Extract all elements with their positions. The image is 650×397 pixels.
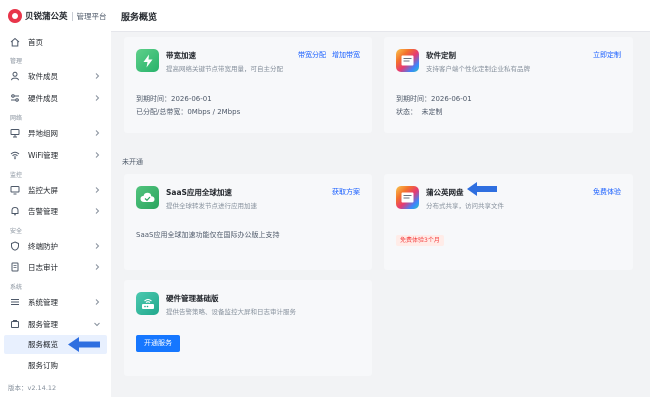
- home-icon: [10, 37, 20, 47]
- brand-name: 贝锐蒲公英: [25, 12, 68, 22]
- page-title: 服务概览: [121, 13, 158, 23]
- chevron-right-icon: [95, 95, 100, 101]
- sidebar-item-home[interactable]: 首页: [0, 33, 111, 51]
- brand[interactable]: 贝锐蒲公英 管理平台: [0, 0, 111, 32]
- sidebar-item-log-audit[interactable]: 日志审计: [0, 258, 111, 276]
- sidebar-item-label: 告警管理: [28, 206, 58, 216]
- sidebar-group-label: 监控: [10, 172, 23, 179]
- card-description: 提高网络关键节点带宽用量，可自主分配: [166, 65, 283, 73]
- version-label: 版本：v2.14.12: [8, 384, 57, 392]
- card-description: 支持客户端个性化定制企业私有品牌: [426, 65, 530, 73]
- sidebar-item-software-members[interactable]: 软件成员: [0, 67, 111, 85]
- user-icon: [11, 71, 19, 81]
- sidebar-item-system-management[interactable]: 系统管理: [0, 293, 111, 311]
- sidebar-item-label: 软件成员: [28, 71, 58, 81]
- chevron-right-icon: [95, 73, 100, 79]
- card-saas-acceleration: SaaS应用全球加速 提供全球转发节点进行应用加速 获取方案 SaaS应用全球加…: [124, 174, 372, 270]
- cloud-disk-icon: [396, 186, 419, 209]
- bandwidth-icon: [136, 49, 159, 72]
- brand-logo: [8, 9, 22, 23]
- chevron-right-icon: [95, 243, 100, 249]
- card-description: 提供全球转发节点进行应用加速: [166, 202, 257, 210]
- chevron-right-icon: [95, 152, 100, 158]
- card-description: 提供告警策略、设备监控大屏和日志审计服务: [166, 308, 296, 316]
- card-cloud-disk: 蒲公英网盘 分布式共享，访问共享文件 免费体验 免费体验3个月: [384, 174, 633, 270]
- sidebar-group-label: 管理: [10, 58, 23, 65]
- expiry-text: 到期时间：2026-06-01: [396, 95, 472, 103]
- card-title: 软件定制: [426, 51, 456, 60]
- sidebar-item-label: 监控大屏: [28, 185, 58, 195]
- wifi-icon: [10, 151, 20, 160]
- card-bandwidth: 带宽加速 提高网络关键节点带宽用量，可自主分配 带宽分配 增加带宽 到期时间：20…: [124, 37, 372, 133]
- document-icon: [11, 262, 19, 272]
- customize-now-link[interactable]: 立即定制: [593, 50, 621, 60]
- free-trial-link[interactable]: 免费体验: [593, 187, 621, 197]
- arrow-left-icon: [68, 337, 100, 352]
- card-title: 硬件管理基础版: [166, 294, 219, 303]
- hardware-icon: [11, 94, 19, 102]
- cloud-icon: [136, 186, 159, 209]
- customization-icon: [396, 49, 419, 72]
- card-links: 带宽分配 增加带宽: [298, 50, 360, 60]
- bell-icon: [11, 206, 19, 216]
- sidebar-group-label: 网络: [10, 115, 23, 122]
- sidebar-item-label: 服务管理: [28, 319, 58, 329]
- brand-divider: [71, 11, 73, 21]
- card-title: 带宽加速: [166, 51, 196, 60]
- router-icon: [136, 292, 159, 315]
- chevron-right-icon: [95, 208, 100, 214]
- sidebar-item-alerts[interactable]: 告警管理: [0, 202, 111, 220]
- sidebar-item-label: 系统管理: [28, 297, 58, 307]
- expiry-text: 到期时间：2026-06-01: [136, 95, 212, 103]
- sidebar-item-label: 硬件成员: [28, 93, 58, 103]
- network-icon: [10, 129, 20, 138]
- brand-subtitle: 管理平台: [76, 11, 107, 21]
- add-bandwidth-link[interactable]: 增加带宽: [332, 51, 360, 59]
- service-icon: [11, 320, 19, 328]
- sidebar-item-service-management[interactable]: 服务管理: [0, 315, 111, 333]
- chevron-down-icon: [94, 322, 100, 327]
- free-trial-badge: 免费体验3个月: [396, 235, 444, 246]
- saas-note-text: SaaS应用全球加速功能仅在国际办公版上支持: [136, 231, 280, 239]
- chevron-right-icon: [95, 264, 100, 270]
- sidebar-item-remote-network[interactable]: 异地组网: [0, 124, 111, 142]
- chevron-right-icon: [95, 299, 100, 305]
- chevron-right-icon: [95, 187, 100, 193]
- bandwidth-usage-text: 已分配/总带宽：0Mbps / 2Mbps: [136, 108, 241, 116]
- sidebar-item-monitor-screen[interactable]: 监控大屏: [0, 181, 111, 199]
- sidebar-subitem-label: 服务订购: [28, 361, 58, 370]
- sidebar-group-label: 系统: [10, 284, 23, 291]
- activate-service-button[interactable]: 开通服务: [136, 335, 180, 352]
- sidebar-item-label: 首页: [28, 37, 43, 47]
- sidebar-item-label: 异地组网: [28, 128, 58, 138]
- arrow-left-icon: [467, 182, 497, 196]
- settings-icon: [11, 299, 19, 305]
- sidebar-item-hardware-members[interactable]: 硬件成员: [0, 89, 111, 107]
- shield-icon: [11, 241, 19, 251]
- sidebar-item-endpoint-protection[interactable]: 终端防护: [0, 237, 111, 255]
- chevron-right-icon: [95, 130, 100, 136]
- sidebar-item-label: WiFi管理: [28, 150, 59, 160]
- status-text: 状态： 未定制: [396, 108, 443, 116]
- card-software-customization: 软件定制 支持客户端个性化定制企业私有品牌 立即定制 到期时间：2026-06-…: [384, 37, 633, 133]
- card-description: 分布式共享，访问共享文件: [426, 202, 504, 210]
- sidebar-item-wifi[interactable]: WiFi管理: [0, 146, 111, 164]
- get-plan-link[interactable]: 获取方案: [332, 187, 360, 197]
- sidebar-group-label: 安全: [10, 228, 23, 235]
- sidebar-item-label: 终端防护: [28, 241, 58, 251]
- card-hardware-basic: 硬件管理基础版 提供告警策略、设备监控大屏和日志审计服务 开通服务: [124, 280, 372, 376]
- sidebar-item-label: 日志审计: [28, 262, 58, 272]
- card-title: 蒲公英网盘: [426, 188, 464, 197]
- bandwidth-allocate-link[interactable]: 带宽分配: [298, 51, 326, 59]
- sidebar-subitem-service-order[interactable]: 服务订购: [0, 356, 111, 375]
- card-title: SaaS应用全球加速: [166, 188, 232, 197]
- monitor-icon: [10, 186, 20, 195]
- page-header: 服务概览: [111, 0, 650, 32]
- sidebar-subitem-label: 服务概览: [28, 340, 58, 349]
- section-not-enabled: 未开通: [122, 158, 143, 166]
